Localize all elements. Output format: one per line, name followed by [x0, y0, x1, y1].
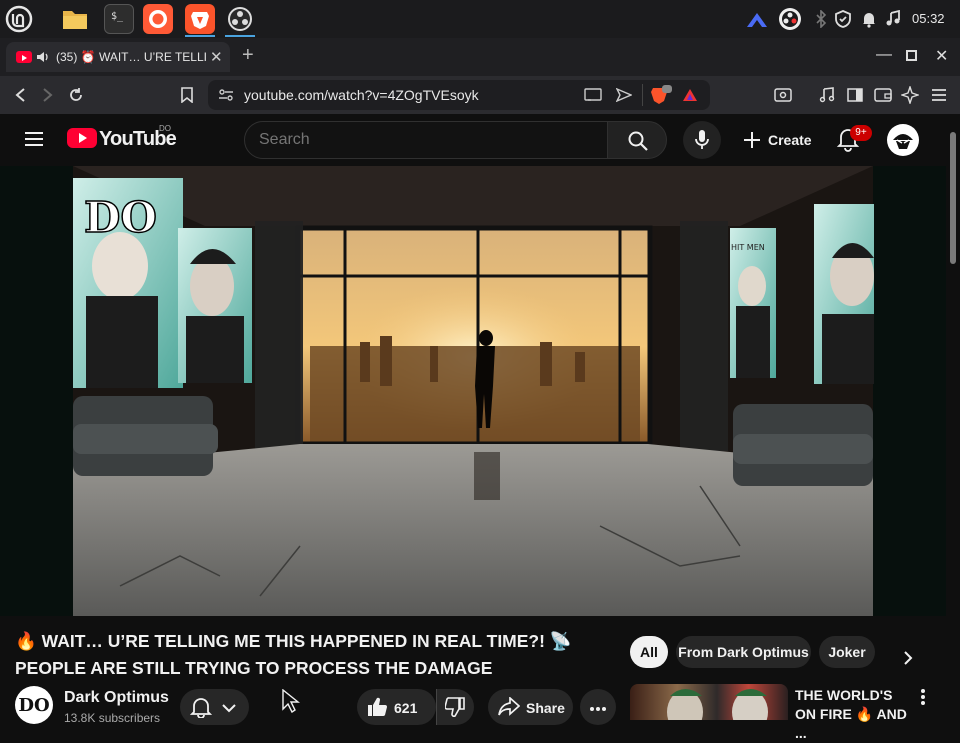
- site-info-icon[interactable]: [218, 88, 234, 107]
- browser-tab-strip: (35) ⏰ WAIT… U’RE TELLIN ✕ + — ✕: [0, 38, 960, 76]
- chip-from-dark-optimus[interactable]: From Dark Optimus: [676, 636, 811, 668]
- search-input[interactable]: [259, 130, 589, 150]
- voice-search-button[interactable]: [683, 121, 721, 159]
- os-taskbar: $_ 05:32: [0, 0, 960, 38]
- minimize-window-icon[interactable]: —: [876, 46, 892, 64]
- url-text[interactable]: youtube.com/watch?v=4ZOgTVEsoyk: [244, 87, 479, 103]
- svg-text:$_: $_: [111, 11, 124, 22]
- maximize-window-icon[interactable]: [906, 50, 917, 61]
- reload-icon[interactable]: [65, 84, 87, 106]
- search-button[interactable]: [607, 121, 667, 159]
- notifications-tray-icon[interactable]: [860, 10, 878, 28]
- firefox-icon[interactable]: [143, 4, 173, 34]
- new-tab-button[interactable]: +: [242, 44, 254, 67]
- scrollbar-thumb[interactable]: [950, 132, 956, 264]
- plus-icon: [742, 130, 762, 155]
- chip-joker[interactable]: Joker: [819, 636, 875, 668]
- youtube-favicon-icon: [16, 51, 32, 63]
- bell-icon: [189, 696, 213, 721]
- video-title-line1: 🔥 WAIT… U’RE TELLING ME THIS HAPPENED IN…: [15, 631, 572, 651]
- recommended-title[interactable]: THE WORLD'S ON FIRE 🔥 AND ...: [795, 686, 907, 743]
- share-icon: [498, 696, 521, 720]
- brave-shields-icon[interactable]: [650, 85, 672, 110]
- create-label: Create: [768, 132, 812, 148]
- hamburger-menu-icon[interactable]: [928, 84, 950, 106]
- obs-icon[interactable]: [225, 4, 255, 34]
- bluetooth-icon[interactable]: [812, 9, 830, 29]
- search-box[interactable]: [244, 121, 608, 159]
- url-divider: [642, 84, 643, 106]
- chevron-right-icon[interactable]: [902, 650, 914, 671]
- close-tab-icon[interactable]: ✕: [210, 48, 223, 66]
- cast-icon[interactable]: [584, 88, 602, 107]
- mouse-cursor-icon: [281, 688, 301, 718]
- sidebar-icon[interactable]: [844, 84, 866, 106]
- active-app-indicator: [185, 35, 215, 37]
- page-scrollbar[interactable]: [946, 114, 960, 720]
- thumbs-up-icon: [367, 697, 387, 720]
- wallet-icon[interactable]: [872, 84, 894, 106]
- close-window-icon[interactable]: ✕: [935, 46, 948, 66]
- mint-menu-icon[interactable]: [4, 4, 34, 34]
- brave-rewards-icon[interactable]: [682, 88, 698, 107]
- poster-sign-text: HIT MEN: [731, 243, 765, 252]
- shield-icon[interactable]: [834, 10, 852, 28]
- active-app-indicator: [225, 35, 255, 37]
- browser-toolbar: youtube.com/watch?v=4ZOgTVEsoyk: [0, 76, 960, 114]
- more-horizontal-icon: [589, 699, 607, 715]
- chevron-down-icon: [222, 701, 236, 717]
- tab-title: (35) ⏰ WAIT… U’RE TELLIN: [56, 50, 206, 64]
- video-player[interactable]: HIT MEN DO: [0, 166, 946, 616]
- bookmark-icon[interactable]: [176, 84, 198, 106]
- channel-avatar[interactable]: DO: [15, 686, 53, 724]
- microphone-icon: [694, 129, 710, 156]
- youtube-page: YouTube DO Create 9+: [0, 114, 960, 741]
- files-icon[interactable]: [60, 4, 90, 34]
- thumbs-down-icon: [444, 697, 465, 720]
- guide-menu-icon[interactable]: [24, 130, 44, 153]
- url-bar[interactable]: youtube.com/watch?v=4ZOgTVEsoyk: [208, 80, 710, 110]
- terminal-icon[interactable]: $_: [104, 4, 134, 34]
- channel-watermark-text: DO: [84, 193, 157, 242]
- clock[interactable]: 05:32: [912, 11, 945, 26]
- video-frame: HIT MEN DO: [0, 166, 946, 616]
- screenshot-icon[interactable]: [772, 84, 794, 106]
- leo-ai-icon[interactable]: [899, 84, 921, 106]
- forward-icon[interactable]: [36, 84, 58, 106]
- brave-icon[interactable]: [185, 4, 215, 34]
- video-title-line2: PEOPLE ARE STILL TRYING TO PROCESS THE D…: [15, 658, 493, 678]
- vpn-icon[interactable]: [746, 10, 767, 28]
- share-label: Share: [526, 700, 565, 716]
- music-icon[interactable]: [884, 9, 902, 28]
- subscriber-count: 13.8K subscribers: [64, 711, 161, 725]
- chip-all[interactable]: All: [630, 636, 668, 668]
- audio-playing-icon[interactable]: [36, 50, 50, 69]
- youtube-logo-icon[interactable]: [67, 128, 97, 148]
- recommended-thumbnail[interactable]: [630, 684, 788, 720]
- back-icon[interactable]: [10, 84, 32, 106]
- like-count: 621: [394, 700, 418, 716]
- obs-tray-icon[interactable]: [778, 7, 802, 31]
- recommended-more-icon[interactable]: [920, 688, 926, 711]
- browser-tab[interactable]: (35) ⏰ WAIT… U’RE TELLIN ✕: [6, 42, 230, 72]
- avatar[interactable]: [887, 124, 919, 156]
- logo-country-badge: DO: [159, 124, 171, 133]
- video-title: 🔥 WAIT… U’RE TELLING ME THIS HAPPENED IN…: [15, 628, 615, 682]
- channel-name[interactable]: Dark Optimus: [64, 689, 169, 707]
- create-button[interactable]: Create: [734, 121, 820, 159]
- send-icon[interactable]: [615, 87, 633, 107]
- search-icon: [628, 131, 648, 156]
- media-icon[interactable]: [816, 84, 838, 106]
- notification-count-badge: 9+: [850, 125, 872, 141]
